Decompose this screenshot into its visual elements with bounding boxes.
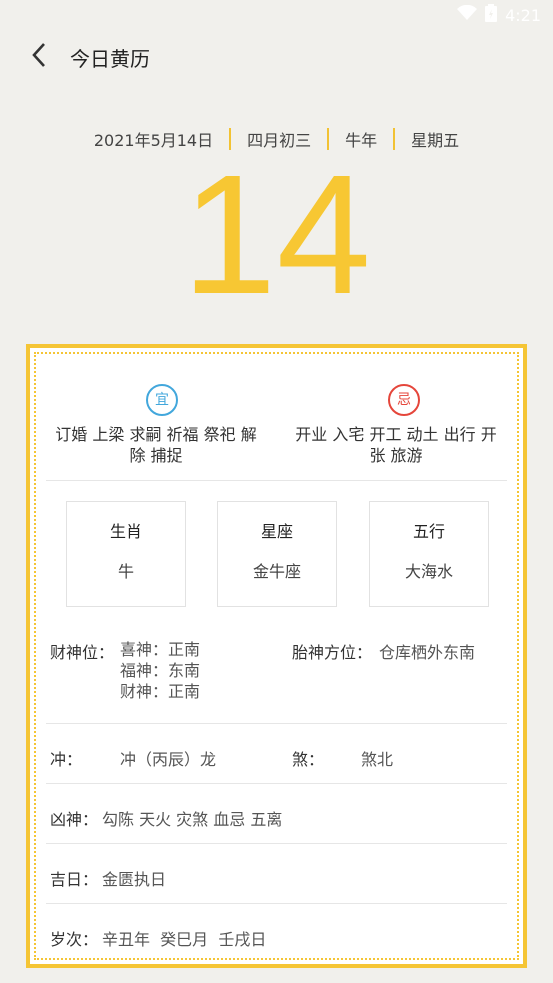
caishen-values: 喜神：正南 福神：东南 财神：正南 bbox=[120, 639, 200, 702]
page-title: 今日黄历 bbox=[70, 47, 150, 71]
back-button[interactable] bbox=[22, 40, 56, 74]
card-shengxiao: 生肖 牛 bbox=[66, 501, 186, 607]
xiongshen-label: 凶神： bbox=[50, 810, 99, 829]
sha-label: 煞： bbox=[292, 750, 325, 769]
divider bbox=[46, 903, 507, 904]
card-value: 大海水 bbox=[404, 562, 453, 581]
yi-items: 订婚 上梁 求嗣 祈福 祭祀 解 除 捕捉 bbox=[55, 425, 257, 465]
card-xingzuo: 星座 金牛座 bbox=[217, 501, 337, 607]
card-wuxing: 五行 大海水 bbox=[369, 501, 489, 607]
weekday: 星期五 bbox=[411, 131, 460, 150]
xiongshen-value: 勾陈 天火 灾煞 血忌 五离 bbox=[102, 810, 283, 829]
panel-inner-border: 宜 忌 订婚 上梁 求嗣 祈福 祭祀 解 除 捕捉 开业 入宅 开工 动土 出行… bbox=[34, 352, 519, 960]
divider bbox=[46, 480, 507, 481]
wifi-icon bbox=[457, 4, 478, 25]
fushen-value: 福神：东南 bbox=[120, 661, 201, 680]
caishen-value: 财神：正南 bbox=[120, 682, 201, 701]
yi-ji-section: 宜 忌 订婚 上梁 求嗣 祈福 祭祀 解 除 捕捉 开业 入宅 开工 动土 出行… bbox=[36, 376, 517, 466]
app-bar: 今日黄历 bbox=[0, 30, 553, 86]
sha-value: 煞北 bbox=[361, 750, 394, 769]
card-label: 五行 bbox=[412, 522, 445, 541]
card-value: 金牛座 bbox=[252, 562, 301, 581]
battery-icon bbox=[485, 4, 498, 26]
day-number: 14 bbox=[181, 140, 372, 330]
card-value: 牛 bbox=[117, 562, 134, 581]
info-cards: 生肖 牛 星座 金牛座 五行 大海水 bbox=[36, 501, 517, 611]
back-arrow-icon bbox=[30, 42, 48, 72]
ji-icon: 忌 bbox=[388, 384, 420, 416]
taishen-value: 仓库栖外东南 bbox=[379, 643, 476, 662]
yi-icon: 宜 bbox=[146, 384, 178, 416]
caishen-label: 财神位： bbox=[50, 643, 115, 662]
divider bbox=[46, 783, 507, 784]
card-label: 星座 bbox=[260, 522, 293, 541]
suici-value: 辛丑年 癸巳月 壬戌日 bbox=[102, 930, 267, 949]
divider bbox=[46, 723, 507, 724]
taishen-label: 胎神方位： bbox=[292, 643, 373, 662]
chong-value: 冲（丙辰）龙 bbox=[120, 750, 217, 769]
ji-items: 开业 入宅 开工 动土 出行 开 张 旅游 bbox=[295, 425, 497, 465]
divider bbox=[46, 843, 507, 844]
status-bar: 4:21 bbox=[0, 0, 553, 30]
status-icons: 4:21 bbox=[457, 4, 541, 26]
jiri-value: 金匮执日 bbox=[102, 870, 167, 889]
jiri-label: 吉日： bbox=[50, 870, 99, 889]
suici-label: 岁次： bbox=[50, 930, 99, 949]
status-time: 4:21 bbox=[505, 5, 541, 25]
almanac-panel: 宜 忌 订婚 上梁 求嗣 祈福 祭祀 解 除 捕捉 开业 入宅 开工 动土 出行… bbox=[26, 344, 527, 968]
xishen-value: 喜神：正南 bbox=[120, 640, 201, 659]
separator bbox=[393, 128, 396, 150]
chong-label: 冲： bbox=[50, 750, 83, 769]
card-label: 生肖 bbox=[109, 522, 142, 541]
